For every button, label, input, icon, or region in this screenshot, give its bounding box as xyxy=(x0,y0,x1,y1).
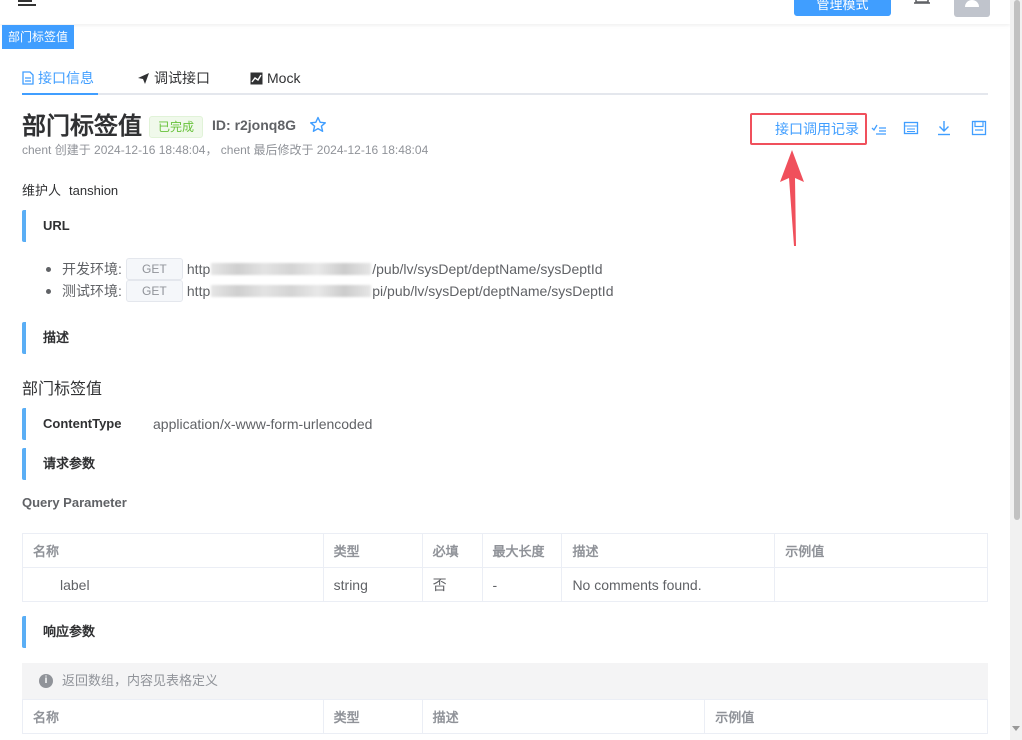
table-cell: label xyxy=(22,567,324,602)
column-header: 最大长度 xyxy=(481,533,563,568)
list-item: 开发环境: GET http /pub/lv/sysDept/deptName/… xyxy=(46,258,603,280)
tab-debug[interactable]: 调试接口 xyxy=(137,66,210,90)
table-header-row: 名称 类型 描述 示例值 xyxy=(22,699,988,734)
api-id-value: r2jonq8G xyxy=(234,117,297,133)
column-header: 描述 xyxy=(561,533,776,568)
redacted-host xyxy=(211,263,372,275)
call-record-button[interactable]: 接口调用记录 xyxy=(750,113,867,145)
scrollbar-thumb[interactable] xyxy=(1014,0,1020,520)
download-icon[interactable] xyxy=(936,120,952,136)
column-header: 描述 xyxy=(421,699,706,734)
column-header: 类型 xyxy=(322,699,423,734)
bullet xyxy=(46,288,51,294)
table-cell: - xyxy=(481,567,563,602)
env-label: 开发环境: xyxy=(62,261,122,277)
star-icon[interactable] xyxy=(309,116,327,134)
check-list-icon[interactable] xyxy=(871,120,887,136)
query-param-table: 名称 类型 必填 最大长度 描述 示例值 label string 否 - No… xyxy=(22,533,988,602)
meta-info: chent 创建于 2024-12-16 18:48:04， chent 最后修… xyxy=(22,143,429,157)
bullet xyxy=(46,266,51,272)
menu-icon[interactable] xyxy=(18,0,36,6)
method-badge: GET xyxy=(125,258,183,280)
page-tag[interactable]: 部门标签值 xyxy=(2,25,75,49)
response-table: 名称 类型 描述 示例值 xyxy=(22,699,988,734)
table-cell xyxy=(774,567,988,602)
api-title: 部门标签值 xyxy=(22,113,142,140)
scroll-down-icon[interactable] xyxy=(1012,726,1020,731)
url-prefix: http xyxy=(186,283,211,299)
section-response-params: 响应参数 xyxy=(22,616,95,648)
column-header: 名称 xyxy=(22,533,324,568)
env-label: 测试环境: xyxy=(62,283,122,299)
content-type-value: application/x-www-form-urlencoded xyxy=(153,416,373,432)
api-id: ID: r2jonq8G xyxy=(212,117,296,133)
document-icon xyxy=(22,71,34,85)
maintainer: 维护人 tanshion xyxy=(22,180,118,199)
section-request-params: 请求参数 xyxy=(22,448,95,480)
column-header: 示例值 xyxy=(704,699,988,734)
avatar[interactable] xyxy=(954,0,990,17)
method-badge: GET xyxy=(125,280,183,302)
chart-icon xyxy=(250,72,263,84)
tab-label: 接口信息 xyxy=(38,70,94,86)
paper-plane-icon xyxy=(138,72,149,84)
save-icon[interactable] xyxy=(971,120,987,136)
maintainer-label: 维护人 xyxy=(22,183,62,198)
tab-label: Mock xyxy=(267,70,301,86)
column-header: 类型 xyxy=(322,533,423,568)
annotation-arrow-icon xyxy=(780,150,804,246)
description-text: 部门标签值 xyxy=(22,381,103,398)
top-bar: 管理模式 xyxy=(0,0,1010,24)
redacted-host xyxy=(211,285,372,297)
section-url: URL xyxy=(22,210,70,242)
column-header: 示例值 xyxy=(774,533,988,568)
calendar-icon[interactable] xyxy=(903,120,919,136)
table-cell: string xyxy=(322,567,423,602)
url-suffix: /pub/lv/sysDept/deptName/sysDeptId xyxy=(372,261,603,277)
list-item: 测试环境: GET http pi/pub/lv/sysDept/deptNam… xyxy=(46,280,613,302)
column-header: 名称 xyxy=(22,699,324,734)
admin-mode-button[interactable]: 管理模式 xyxy=(794,0,891,16)
query-parameter-title: Query Parameter xyxy=(22,495,127,510)
section-content-type: ContentType xyxy=(22,408,121,440)
tab-mock[interactable]: Mock xyxy=(250,66,300,90)
table-cell: No comments found. xyxy=(561,567,776,602)
info-icon: i xyxy=(39,674,53,688)
url-prefix: http xyxy=(186,261,211,277)
table-row: label string 否 - No comments found. xyxy=(22,567,988,602)
table-header-row: 名称 类型 必填 最大长度 描述 示例值 xyxy=(22,533,988,568)
url-suffix: pi/pub/lv/sysDept/deptName/sysDeptId xyxy=(372,283,614,299)
column-header: 必填 xyxy=(421,533,483,568)
table-cell: 否 xyxy=(421,567,483,602)
tab-label: 调试接口 xyxy=(154,70,210,86)
tab-api-info[interactable]: 接口信息 xyxy=(22,66,94,90)
api-id-label: ID: xyxy=(212,117,231,133)
response-info-alert: i 返回数组，内容见表格定义 xyxy=(22,663,988,699)
alert-text: 返回数组，内容见表格定义 xyxy=(62,673,219,688)
status-badge: 已完成 xyxy=(149,116,204,138)
tab-bar: 接口信息 调试接口 Mock xyxy=(22,60,988,95)
section-description: 描述 xyxy=(22,322,69,354)
active-tab-indicator xyxy=(22,93,98,95)
maintainer-value: tanshion xyxy=(69,183,119,198)
bell-icon[interactable] xyxy=(912,0,932,6)
